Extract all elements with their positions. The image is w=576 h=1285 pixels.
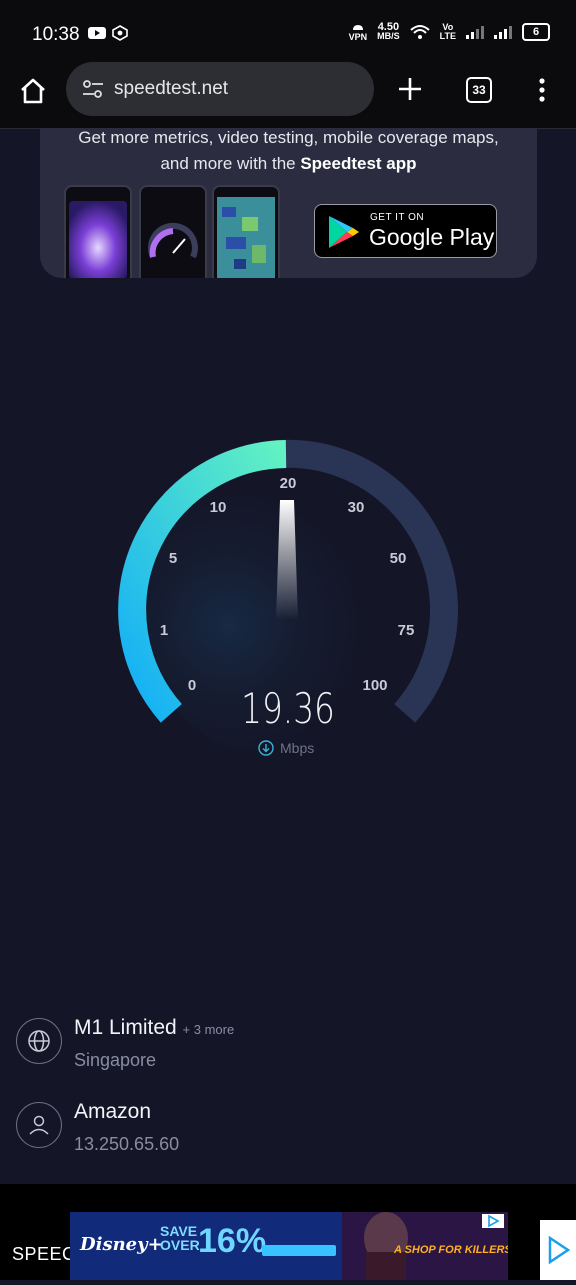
vpn-indicator: VPN: [349, 22, 367, 42]
host-name: Amazon: [74, 1100, 152, 1123]
store-label-main: Google Play: [369, 224, 495, 250]
cloud-icon: [352, 25, 363, 30]
gauge-tick-75: 75: [398, 622, 415, 639]
ad-cta-button[interactable]: [262, 1245, 336, 1256]
gauge-tick-10: 10: [210, 499, 227, 516]
url-text[interactable]: speedtest.net: [114, 78, 228, 100]
gauge-tick-20: 20: [280, 475, 297, 492]
status-time: 10:38: [32, 24, 80, 45]
address-bar[interactable]: speedtest.net: [66, 62, 374, 116]
app-screenshot-3: [212, 185, 280, 278]
more-menu-icon[interactable]: [532, 76, 552, 104]
new-tab-icon[interactable]: [396, 75, 424, 103]
app-promo-banner[interactable]: Get more metrics, video testing, mobile …: [40, 128, 537, 278]
ad-banner[interactable]: Disney+ SAVE OVER 16% A SHOP FOR KILLERS: [70, 1212, 508, 1280]
app-screenshot-1: [64, 185, 132, 278]
site-settings-icon[interactable]: [82, 78, 104, 100]
tab-switcher-button[interactable]: 33: [466, 77, 492, 103]
phone-swirl-image: [69, 201, 127, 278]
wifi-icon: [409, 25, 430, 39]
globe-icon-wrap: [16, 1018, 62, 1064]
youtube-notification-icon: [88, 27, 106, 39]
google-play-button[interactable]: GET IT ON Google Play: [314, 204, 497, 258]
promo-text-line2: and more with the Speedtest app: [160, 154, 417, 173]
signal-bars-icon-2: [494, 26, 512, 39]
gauge-tick-1: 1: [160, 622, 168, 639]
app-screenshot-2: [139, 185, 207, 278]
ad-play-icon[interactable]: [540, 1220, 576, 1280]
globe-icon: [28, 1030, 50, 1052]
host-ip: 13.250.65.60: [74, 1134, 180, 1154]
user-icon-wrap: [16, 1102, 62, 1148]
promo-text-line1: Get more metrics, video testing, mobile …: [78, 128, 499, 147]
store-label-small: GET IT ON: [370, 212, 425, 223]
google-play-icon: [329, 216, 359, 248]
ad-disney-logo: Disney+: [80, 1234, 163, 1255]
network-speed: 4.50 MB/S: [377, 21, 400, 41]
signal-bars-icon-1: [466, 26, 484, 39]
status-icons: VPN 4.50 MB/S Vo LTE 6: [349, 22, 550, 42]
speedtest-brand-text: SPEEC: [12, 1244, 76, 1264]
speed-unit: Mbps: [258, 740, 314, 756]
user-icon: [29, 1115, 49, 1135]
battery-indicator: 6: [522, 23, 550, 41]
speed-value: 19.36: [241, 684, 335, 733]
adchoices-icon[interactable]: [482, 1214, 504, 1228]
isp-location: Singapore: [74, 1050, 157, 1070]
phone-coverage-map-image: [217, 197, 275, 278]
bottom-ad-bar[interactable]: SPEEC Disney+ SAVE OVER 16% A SHOP FOR KI…: [0, 1184, 576, 1280]
browser-toolbar: speedtest.net 33: [0, 62, 576, 129]
download-icon: [258, 740, 274, 756]
phone-gauge-image: [148, 222, 198, 259]
ad-headline: A SHOP FOR KILLERS: [394, 1244, 508, 1256]
home-icon[interactable]: [18, 76, 48, 106]
isp-more-link[interactable]: + 3 more: [183, 1022, 235, 1037]
ad-percent: 16%: [198, 1222, 267, 1260]
app-notification-icon: [112, 25, 128, 41]
gauge-tick-50: 50: [390, 550, 407, 567]
isp-name: M1 Limited + 3 more: [74, 1016, 235, 1039]
gauge-tick-5: 5: [169, 550, 177, 567]
gauge-tick-30: 30: [348, 499, 365, 516]
status-bar: 10:38 VPN 4.50 MB/S Vo LTE 6: [0, 0, 576, 62]
ad-save-text: SAVE OVER: [160, 1223, 200, 1253]
ad-corner-badge[interactable]: [540, 1220, 576, 1280]
volte-indicator: Vo LTE: [439, 22, 456, 41]
